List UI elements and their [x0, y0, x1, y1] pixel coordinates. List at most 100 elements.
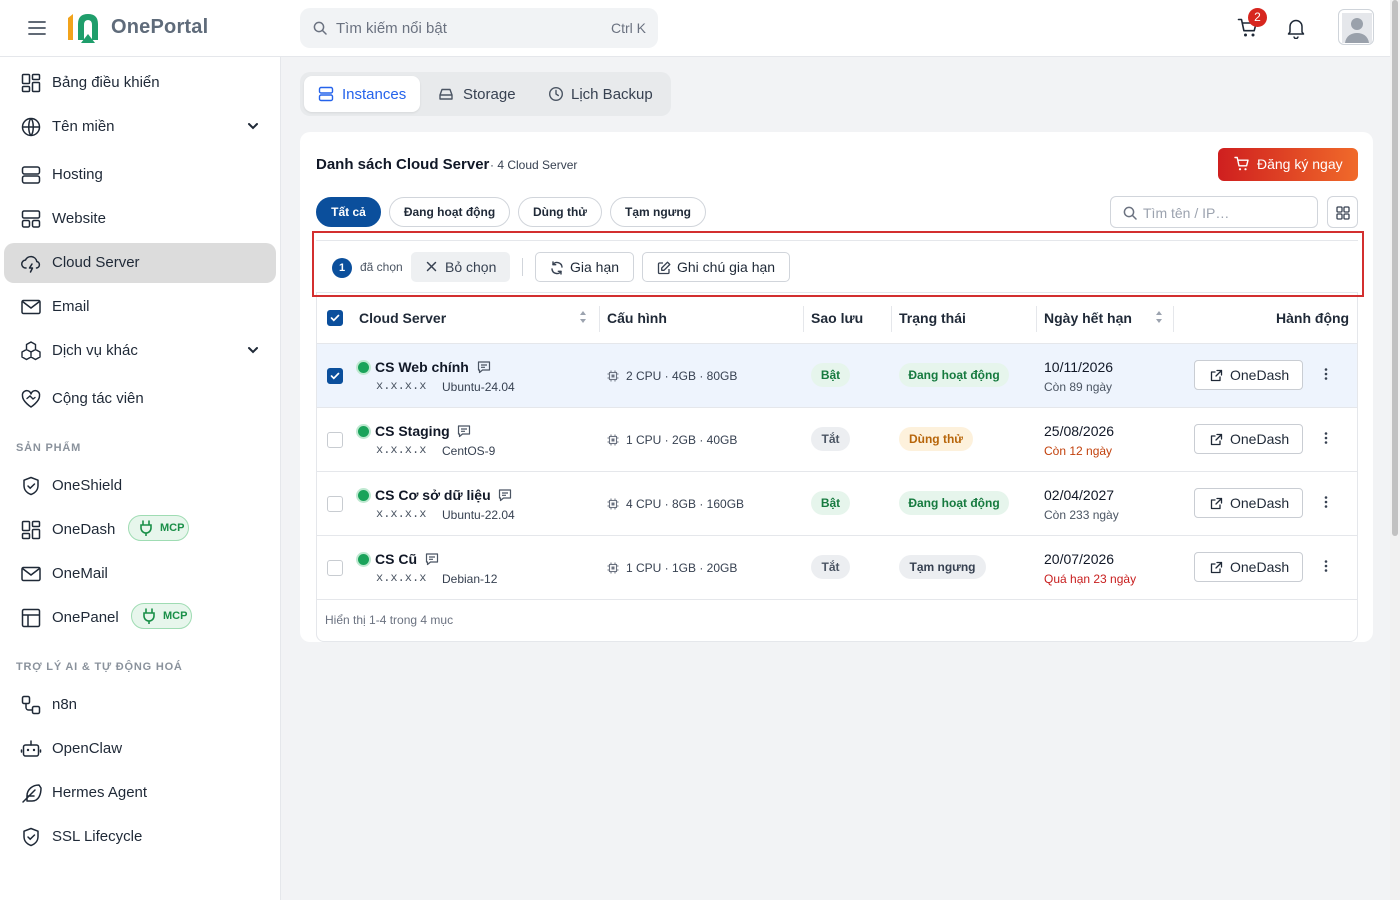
sidebar-item-other-services[interactable]: Dịch vụ khác — [4, 331, 276, 371]
sidebar-item-domains[interactable]: Tên miền — [4, 107, 276, 147]
sidebar-item-label: OneMail — [52, 565, 108, 582]
section-label-products: SẢN PHẨM — [16, 442, 82, 454]
tab-storage[interactable]: Storage — [424, 76, 534, 112]
column-separator — [599, 306, 600, 332]
table-row[interactable]: CS Cơ sở dữ liệu x.x.x.x Ubuntu-22.04 4 … — [317, 472, 1357, 536]
sidebar-item-onedash[interactable]: OneDash MCP — [4, 510, 276, 550]
sidebar-item-label: OneDash — [52, 521, 116, 538]
app-name: OnePortal — [111, 16, 209, 38]
note-icon[interactable] — [425, 552, 439, 566]
register-button[interactable]: Đăng ký ngay — [1218, 148, 1358, 181]
select-all-checkbox[interactable] — [327, 310, 343, 326]
sidebar-item-openclaw[interactable]: OpenClaw — [4, 729, 276, 769]
scrollbar-thumb[interactable] — [1392, 0, 1398, 536]
sidebar-item-email[interactable]: Email — [4, 287, 276, 327]
sort-icon[interactable] — [1155, 310, 1163, 324]
handshake-icon — [20, 388, 42, 410]
more-options-icon[interactable] — [1324, 367, 1328, 381]
renew-button[interactable]: Gia hạn — [535, 252, 634, 282]
sidebar-item-oneshield[interactable]: OneShield — [4, 466, 276, 506]
mail-icon — [20, 563, 42, 585]
top-bar: OnePortal Tìm kiếm nổi bật Ctrl K 2 — [0, 0, 1400, 57]
server-name[interactable]: CS Web chính — [375, 359, 469, 375]
column-header-backup: Sao lưu — [811, 310, 864, 326]
column-header-server[interactable]: Cloud Server — [359, 310, 446, 326]
filter-all[interactable]: Tất cả — [316, 197, 381, 227]
sidebar-item-label: Bảng điều khiển — [52, 74, 160, 91]
bot-icon — [20, 738, 42, 760]
onedash-button[interactable]: OneDash — [1194, 552, 1303, 582]
table-row[interactable]: CS Staging x.x.x.x CentOS-9 1 CPU · 2GB … — [317, 408, 1357, 472]
server-ip: x.x.x.x — [376, 379, 427, 393]
more-options-icon[interactable] — [1324, 495, 1328, 509]
expiry-date: 10/11/2026 — [1044, 359, 1114, 375]
server-name[interactable]: CS Cơ sở dữ liệu — [375, 487, 491, 503]
sidebar-item-hermes-agent[interactable]: Hermes Agent — [4, 773, 276, 813]
sidebar-item-ssl-lifecycle[interactable]: SSL Lifecycle — [4, 817, 276, 857]
table-row[interactable]: CS Web chính x.x.x.x Ubuntu-24.04 2 CPU … — [317, 344, 1357, 408]
bell-icon[interactable] — [1286, 17, 1306, 39]
sidebar-item-onemail[interactable]: OneMail — [4, 554, 276, 594]
column-header-expiry[interactable]: Ngày hết hạn — [1044, 310, 1132, 326]
shield-icon — [20, 475, 42, 497]
status-badge: Đang hoạt động — [899, 363, 1009, 387]
deselect-button[interactable]: Bỏ chọn — [411, 252, 510, 282]
feather-icon — [20, 782, 42, 804]
clock-icon — [548, 86, 564, 102]
sort-icon[interactable] — [579, 310, 587, 324]
search-icon — [313, 21, 327, 35]
expiry-date: 20/07/2026 — [1044, 551, 1115, 567]
sidebar-item-hosting[interactable]: Hosting — [4, 155, 276, 195]
row-checkbox[interactable] — [327, 368, 343, 384]
workflow-icon — [20, 694, 42, 716]
filter-trial[interactable]: Dùng thử — [518, 197, 602, 227]
backup-badge: Tắt — [811, 427, 850, 451]
onedash-button[interactable]: OneDash — [1194, 424, 1303, 454]
more-options-icon[interactable] — [1324, 559, 1328, 573]
filter-suspended[interactable]: Tạm ngưng — [610, 197, 706, 227]
global-search[interactable]: Tìm kiếm nổi bật Ctrl K — [300, 8, 658, 48]
avatar[interactable] — [1338, 9, 1374, 45]
renewal-note-button[interactable]: Ghi chú gia hạn — [642, 252, 790, 282]
row-checkbox[interactable] — [327, 560, 343, 576]
storage-icon — [438, 86, 454, 102]
mcp-badge: MCP — [131, 603, 192, 629]
onedash-button[interactable]: OneDash — [1194, 488, 1303, 518]
filter-active[interactable]: Đang hoạt động — [389, 197, 510, 227]
note-icon[interactable] — [498, 488, 512, 502]
tab-backup-schedule[interactable]: Lịch Backup — [534, 76, 664, 112]
note-icon[interactable] — [457, 424, 471, 438]
server-ip: x.x.x.x — [376, 571, 427, 585]
table-row[interactable]: CS Cũ x.x.x.x Debian-12 1 CPU · 1GB · 20… — [317, 536, 1357, 600]
grid-view-button[interactable] — [1327, 196, 1358, 228]
sidebar-item-label: SSL Lifecycle — [52, 828, 143, 845]
cpu-icon — [607, 562, 619, 574]
close-icon — [426, 261, 437, 272]
row-checkbox[interactable] — [327, 432, 343, 448]
sidebar-item-onepanel[interactable]: OnePanel MCP — [4, 598, 276, 638]
server-search-input[interactable]: Tìm tên / IP… — [1110, 196, 1318, 228]
note-icon[interactable] — [477, 360, 491, 374]
section-label-ai: TRỢ LÝ AI & TỰ ĐỘNG HOÁ — [16, 661, 183, 673]
sidebar-item-label: Hosting — [52, 166, 103, 183]
status-dot — [358, 490, 369, 501]
menu-icon[interactable] — [27, 18, 47, 38]
server-ip: x.x.x.x — [376, 443, 427, 457]
server-icon — [20, 164, 42, 186]
more-options-icon[interactable] — [1324, 431, 1328, 445]
column-header-status: Trạng thái — [899, 310, 966, 326]
server-name[interactable]: CS Cũ — [375, 551, 417, 567]
sidebar-item-dashboard[interactable]: Bảng điều khiển — [4, 63, 276, 103]
row-checkbox[interactable] — [327, 496, 343, 512]
column-header-config: Cấu hình — [607, 310, 667, 326]
logo-icon[interactable] — [64, 10, 104, 46]
onedash-button[interactable]: OneDash — [1194, 360, 1303, 390]
sidebar-item-website[interactable]: Website — [4, 199, 276, 239]
sidebar-item-affiliate[interactable]: Cộng tác viên — [4, 379, 276, 419]
sidebar-item-cloud-server[interactable]: Cloud Server — [4, 243, 276, 283]
server-name[interactable]: CS Staging — [375, 423, 450, 439]
tab-instances[interactable]: Instances — [304, 76, 420, 112]
status-dot — [358, 554, 369, 565]
status-dot — [358, 362, 369, 373]
sidebar-item-n8n[interactable]: n8n — [4, 685, 276, 725]
